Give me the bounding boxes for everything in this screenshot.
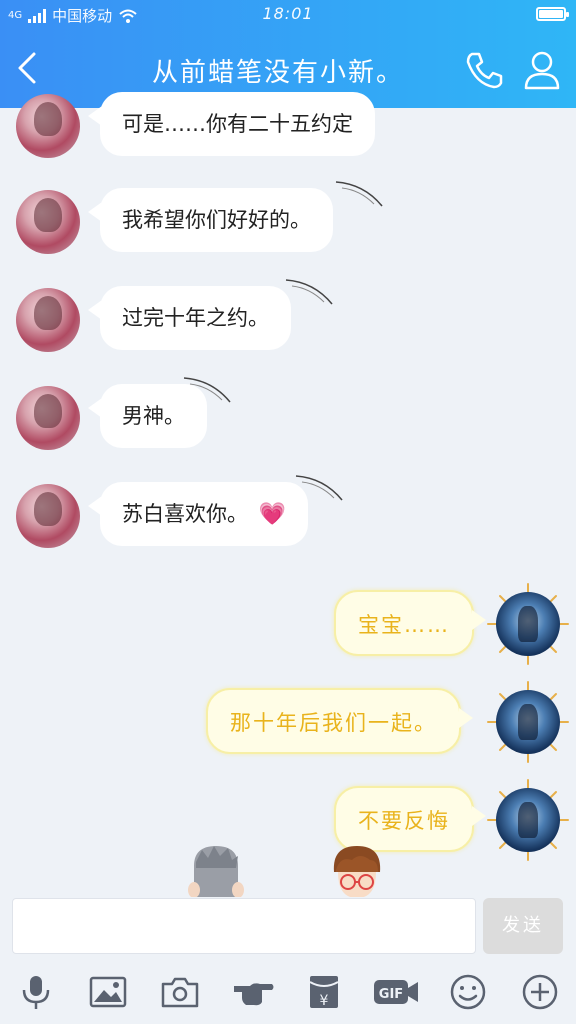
profile-button[interactable]	[520, 48, 564, 92]
bubble-whisker-decoration	[295, 475, 343, 501]
plus-icon[interactable]	[520, 972, 560, 1012]
poke-icon[interactable]	[232, 972, 274, 1012]
user-avatar[interactable]	[496, 788, 560, 852]
battery-icon	[536, 7, 569, 21]
phone-icon	[466, 52, 503, 89]
contact-avatar[interactable]	[16, 386, 80, 450]
emoji-icon[interactable]	[448, 972, 488, 1012]
message-bubble[interactable]: 那十年后我们一起。	[206, 688, 473, 754]
message-input[interactable]	[12, 898, 476, 954]
bubble-whisker-decoration	[183, 377, 231, 403]
peeking-character-boy	[333, 846, 381, 898]
camera-icon[interactable]	[160, 972, 200, 1012]
contact-avatar[interactable]	[16, 94, 80, 158]
gif-icon[interactable]: GIF	[372, 972, 420, 1012]
red-packet-icon[interactable]: ¥	[304, 972, 344, 1012]
chevron-left-icon	[18, 52, 36, 84]
person-icon	[524, 51, 560, 90]
chat-title: 从前蜡笔没有小新。	[151, 58, 404, 88]
svg-text:GIF: GIF	[379, 987, 403, 1002]
message-bubble[interactable]: 可是……你有二十五约定	[88, 92, 375, 156]
peeking-character-gray	[188, 846, 244, 898]
message-bubble[interactable]: 宝宝……	[334, 590, 486, 656]
chat-toolbar: ¥ GIF	[0, 960, 576, 1024]
image-icon[interactable]	[88, 972, 128, 1012]
bubble-whisker-decoration	[335, 181, 383, 207]
contact-avatar[interactable]	[16, 190, 80, 254]
status-bar: 4G 中国移动 18:01	[0, 0, 576, 30]
contact-avatar[interactable]	[16, 288, 80, 352]
heart-emoji: 💗	[258, 502, 287, 527]
microphone-icon[interactable]	[16, 972, 56, 1012]
message-bubble[interactable]: 过完十年之约。	[88, 286, 291, 350]
input-bar: 发送	[0, 897, 576, 957]
call-button[interactable]	[462, 48, 506, 92]
status-time: 18:01	[262, 4, 314, 23]
contact-avatar[interactable]	[16, 484, 80, 548]
user-avatar[interactable]	[496, 690, 560, 754]
message-bubble[interactable]: 苏白喜欢你。 💗	[87, 482, 309, 546]
back-button[interactable]	[8, 48, 48, 88]
bubble-whisker-decoration	[285, 279, 333, 305]
message-text: 苏白喜欢你。	[122, 502, 248, 526]
user-avatar[interactable]	[496, 592, 560, 656]
svg-text:¥: ¥	[320, 993, 329, 1009]
message-bubble[interactable]: 我希望你们好好的。	[88, 188, 333, 252]
send-button[interactable]: 发送	[483, 898, 563, 954]
